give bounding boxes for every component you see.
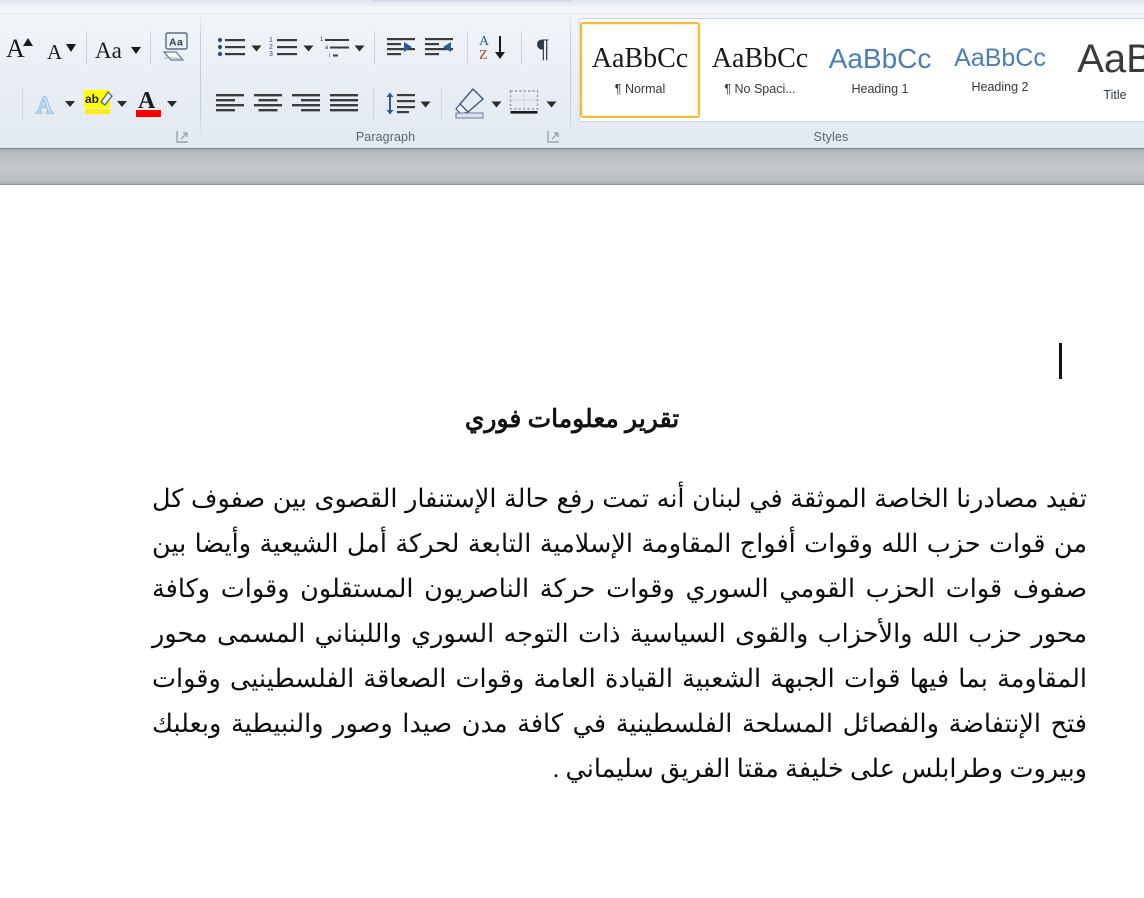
line-spacing-dropdown-arrow[interactable]	[417, 97, 433, 111]
shading-dropdown-arrow[interactable]	[488, 97, 504, 111]
style-preview-no-spacing: AaBbCc	[712, 45, 808, 73]
svg-text:ab: ab	[85, 92, 99, 106]
show-hide-marks-button[interactable]: ¶	[529, 29, 563, 67]
paragraph-separator-5	[441, 87, 442, 121]
styles-group-label: Styles	[571, 130, 1091, 144]
change-case-button[interactable]: Aa	[94, 31, 146, 67]
style-preview-normal: AaBbCc	[592, 45, 688, 73]
borders-button[interactable]	[506, 85, 544, 121]
document-body-paragraph[interactable]: تفيد مصادرنا الخاصة الموثقة في لبنان أنه…	[152, 476, 1087, 791]
style-name-title: Title	[1103, 88, 1126, 102]
paragraph-group-label: Paragraph	[201, 130, 570, 144]
font-dialog-launcher[interactable]	[176, 130, 189, 143]
numbering-dropdown-arrow[interactable]	[300, 41, 316, 55]
numbering-button[interactable]: 1 2 3	[267, 31, 301, 65]
document-body-text: تفيد مصادرنا الخاصة الموثقة في لبنان أنه…	[152, 476, 1087, 791]
style-name-heading-2: Heading 2	[972, 80, 1029, 94]
pilcrow-icon: ¶	[724, 82, 734, 96]
style-item-heading-1[interactable]: AaBbCc Heading 1	[820, 22, 940, 118]
text-caret	[1059, 343, 1062, 379]
ribbon-body: A A Aa	[0, 13, 1144, 148]
text-effects-button[interactable]: A A	[30, 87, 64, 121]
align-text-right-button[interactable]	[289, 87, 325, 121]
style-preview-heading-2: AaBbCc	[954, 46, 1046, 71]
borders-dropdown-arrow[interactable]	[543, 97, 559, 111]
style-name-no-spacing: ¶ No Spaci...	[724, 82, 795, 96]
ribbon: A A Aa	[0, 0, 1144, 148]
multilevel-list-dropdown-arrow[interactable]	[351, 41, 367, 55]
style-item-heading-2[interactable]: AaBbCc Heading 2	[940, 22, 1060, 118]
paragraph-separator-2	[467, 31, 468, 65]
font-color-dropdown-arrow[interactable]	[164, 97, 180, 111]
justify-button[interactable]	[327, 87, 363, 121]
decrease-indent-button[interactable]	[383, 31, 419, 65]
style-item-no-spacing[interactable]: AaBbCc ¶ No Spaci...	[700, 22, 820, 118]
shading-button[interactable]	[451, 83, 489, 123]
text-highlight-color-dropdown-arrow[interactable]	[114, 97, 130, 111]
paragraph-separator-3	[521, 31, 522, 65]
center-button[interactable]	[251, 87, 287, 121]
document-page[interactable]: تقرير معلومات فوري تفيد مصادرنا الخاصة ا…	[0, 186, 1144, 898]
svg-text:2: 2	[269, 44, 273, 51]
paragraph-dialog-launcher[interactable]	[547, 130, 560, 143]
pilcrow-icon: ¶	[615, 82, 625, 96]
font-separator-2	[150, 31, 151, 65]
style-preview-heading-1: AaBbCc	[829, 45, 932, 73]
style-name-heading-1: Heading 1	[852, 82, 909, 96]
style-item-title[interactable]: AaB Title	[1060, 22, 1144, 118]
sort-button[interactable]: A Z	[477, 29, 513, 67]
ribbon-group-font: A A Aa	[0, 13, 200, 148]
svg-text:i: i	[329, 53, 330, 59]
ribbon-group-styles: AaBbCc ¶ Normal AaBbCc ¶ No Spaci... AaB…	[571, 13, 1144, 148]
svg-text:A: A	[36, 93, 54, 119]
svg-text:Z: Z	[479, 48, 488, 63]
style-item-normal[interactable]: AaBbCc ¶ Normal	[580, 22, 700, 118]
svg-text:a: a	[325, 45, 329, 51]
text-highlight-color-button[interactable]: ab	[80, 83, 116, 123]
paragraph-separator-4	[373, 87, 374, 121]
word-application-window: A A Aa	[0, 0, 1144, 898]
svg-text:1: 1	[320, 37, 324, 43]
shrink-font-button[interactable]: A	[44, 31, 80, 67]
clear-formatting-button[interactable]: A a	[156, 29, 198, 69]
bullets-dropdown-arrow[interactable]	[248, 41, 264, 55]
align-text-left-button[interactable]	[213, 87, 249, 121]
font-separator-1	[86, 31, 87, 65]
text-effects-dropdown-arrow[interactable]	[62, 97, 78, 111]
style-name-normal: ¶ Normal	[615, 82, 665, 96]
line-and-paragraph-spacing-button[interactable]	[383, 87, 419, 121]
window-gray-band	[0, 148, 1144, 185]
svg-text:1: 1	[269, 37, 273, 44]
font-color-button[interactable]: A	[132, 83, 166, 123]
svg-text:A: A	[169, 37, 177, 49]
styles-gallery[interactable]: AaBbCc ¶ Normal AaBbCc ¶ No Spaci... AaB…	[579, 18, 1144, 122]
svg-text:¶: ¶	[537, 34, 549, 63]
document-title-paragraph[interactable]: تقرير معلومات فوري	[0, 404, 1144, 434]
ribbon-top-sliver	[0, 0, 1144, 14]
svg-text:A: A	[479, 34, 490, 49]
grow-font-button[interactable]: A	[2, 27, 42, 67]
ribbon-group-paragraph: 1 2 3 1 a i	[201, 13, 570, 148]
paragraph-separator-1	[374, 31, 375, 65]
bullets-button[interactable]	[215, 31, 249, 65]
multilevel-list-button[interactable]: 1 a i	[319, 31, 353, 65]
style-preview-title: AaB	[1077, 39, 1144, 79]
svg-text:a: a	[177, 37, 183, 49]
svg-text:A: A	[6, 34, 25, 62]
svg-text:Aa: Aa	[95, 38, 122, 63]
svg-text:3: 3	[269, 51, 273, 58]
font-separator-3	[22, 87, 23, 121]
svg-text:A: A	[47, 40, 63, 63]
increase-indent-button[interactable]	[421, 31, 457, 65]
